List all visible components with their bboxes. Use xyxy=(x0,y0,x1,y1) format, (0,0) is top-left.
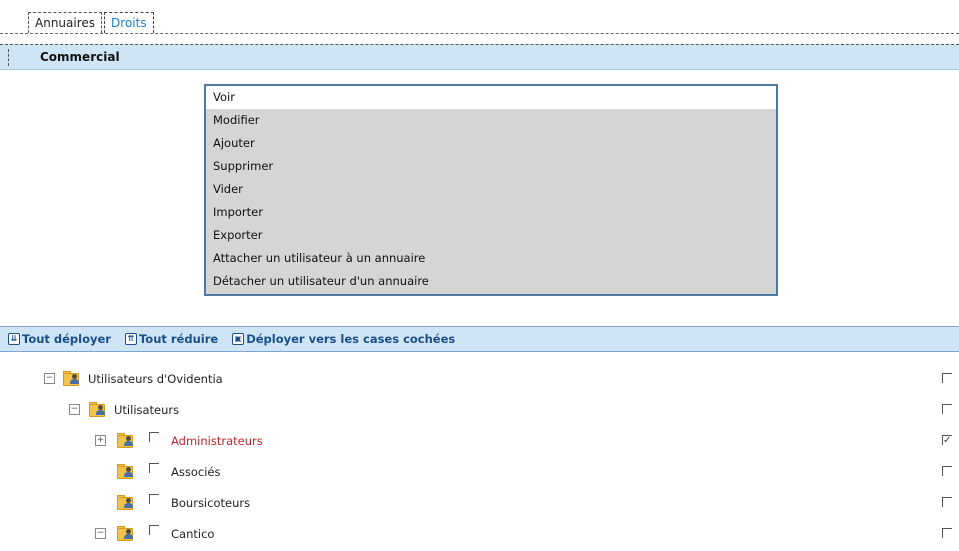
tree-action-bar: ⇊ Tout déployer ⇈ Tout réduire ▣ Déploye… xyxy=(0,326,959,352)
right-checkbox[interactable] xyxy=(942,466,952,476)
collapse-node-icon[interactable]: − xyxy=(95,528,106,539)
tree-node-label[interactable]: Associés xyxy=(171,465,220,479)
tree-node: Boursicoteurs xyxy=(0,489,959,517)
group-folder-icon xyxy=(63,371,83,386)
collapse-all-label: Tout réduire xyxy=(138,332,219,346)
tree-node: Associés xyxy=(0,458,959,486)
rights-listbox[interactable]: Voir Modifier Ajouter Supprimer Vider Importe… xyxy=(204,84,778,296)
expand-all-icon: ⇊ xyxy=(8,333,20,345)
expand-checked-button[interactable]: ▣ Déployer vers les cases cochées xyxy=(232,332,455,346)
right-checkbox[interactable]: ✓ xyxy=(942,435,952,446)
group-folder-icon xyxy=(117,526,137,541)
expand-all-label: Tout déployer xyxy=(22,332,111,346)
group-checkbox[interactable] xyxy=(149,494,159,504)
tab-annuaires[interactable]: Annuaires xyxy=(28,12,103,33)
group-checkbox[interactable] xyxy=(149,432,159,442)
right-option[interactable]: Exporter xyxy=(206,224,776,247)
right-checkbox[interactable] xyxy=(942,373,952,383)
group-checkbox[interactable] xyxy=(149,525,159,535)
section-header: Commercial xyxy=(0,44,959,70)
tree-node-label[interactable]: Utilisateurs xyxy=(114,403,179,417)
tab-bar: Annuaires Droits xyxy=(28,12,156,34)
tree-node-label[interactable]: Administrateurs xyxy=(171,434,263,448)
right-checkbox[interactable] xyxy=(942,497,952,507)
group-checkbox[interactable] xyxy=(149,463,159,473)
collapse-all-icon: ⇈ xyxy=(124,333,137,345)
tree-node-label[interactable]: Cantico xyxy=(171,527,214,541)
group-folder-icon xyxy=(117,495,137,510)
group-folder-icon xyxy=(89,402,109,417)
right-checkbox[interactable] xyxy=(942,404,952,414)
header-divider xyxy=(8,49,10,66)
right-option[interactable]: Supprimer xyxy=(206,155,776,178)
tree-node-label[interactable]: Boursicoteurs xyxy=(171,496,250,510)
section-title: Commercial xyxy=(40,50,120,64)
collapse-all-button[interactable]: ⇈ Tout réduire xyxy=(124,332,219,346)
right-option[interactable]: Attacher un utilisateur à un annuaire xyxy=(206,247,776,270)
right-option[interactable]: Ajouter xyxy=(206,132,776,155)
right-option[interactable]: Importer xyxy=(206,201,776,224)
tab-droits[interactable]: Droits xyxy=(104,12,154,33)
right-option[interactable]: Modifier xyxy=(206,109,776,132)
expand-checked-label: Déployer vers les cases cochées xyxy=(246,332,456,346)
tab-divider xyxy=(0,33,959,34)
tree-node: + Administrateurs ✓ xyxy=(0,427,959,455)
expand-node-icon[interactable]: + xyxy=(95,435,106,446)
collapse-node-icon[interactable]: − xyxy=(44,373,55,384)
right-checkbox[interactable] xyxy=(942,528,952,538)
group-folder-icon xyxy=(117,464,137,479)
group-folder-icon xyxy=(117,433,137,448)
right-option[interactable]: Voir xyxy=(206,86,776,109)
right-option[interactable]: Vider xyxy=(206,178,776,201)
tree-node-label[interactable]: Utilisateurs d'Ovidentia xyxy=(88,372,223,386)
expand-all-button[interactable]: ⇊ Tout déployer xyxy=(8,332,111,346)
expand-checked-icon: ▣ xyxy=(232,333,245,345)
tree-node: − Cantico xyxy=(0,520,959,548)
tree-node: − Utilisateurs d'Ovidentia xyxy=(0,365,959,393)
collapse-node-icon[interactable]: − xyxy=(69,404,80,415)
right-option[interactable]: Détacher un utilisateur d'un annuaire xyxy=(206,270,776,293)
tree-node: − Utilisateurs xyxy=(0,396,959,424)
